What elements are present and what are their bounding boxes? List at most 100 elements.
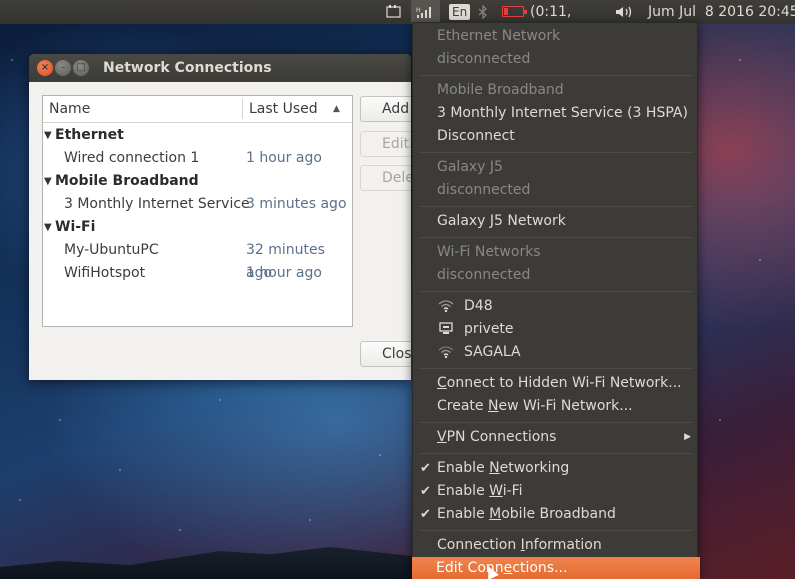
expander-down-icon[interactable]: ▼ <box>44 216 52 239</box>
column-last-used-header[interactable]: Last Used <box>249 96 318 122</box>
connection-last-used: 3 minutes ago <box>246 196 347 212</box>
menu-label-part: etworking <box>499 460 570 476</box>
checkmark-icon: ✔ <box>420 507 431 522</box>
menu-separator <box>419 291 693 292</box>
menu-wifi-status: disconnected <box>437 267 531 283</box>
svg-text:H: H <box>416 7 421 14</box>
wifi-network-name: privete <box>464 321 514 337</box>
network-signal-icon[interactable]: H <box>411 0 440 24</box>
window-title: Network Connections <box>103 60 272 76</box>
menu-mnemonic: N <box>487 398 499 414</box>
menu-mnemonic: C <box>437 375 447 391</box>
menu-wifi-network[interactable]: privete <box>413 318 697 341</box>
menu-label-part: Enable <box>437 483 490 499</box>
sort-ascending-icon: ▲ <box>333 104 340 114</box>
connection-last-used: 1 hour ago <box>246 265 322 281</box>
menu-label-part: Create <box>437 398 488 414</box>
menu-vpn-connections[interactable]: VPN Connections ▶ <box>413 426 697 449</box>
edit-button[interactable]: Edit... <box>360 131 411 157</box>
connection-last-used: 1 hour ago <box>246 150 322 166</box>
menu-edit-connections[interactable]: Edit Connections... <box>412 557 700 579</box>
connection-row[interactable]: Wired connection 1 1 hour ago <box>43 147 352 170</box>
connection-row[interactable]: WifiHotspot 1 hour ago <box>43 262 352 285</box>
menu-enable-mobile-broadband[interactable]: ✔ Enable Mobile Broadband <box>413 503 697 526</box>
expander-down-icon[interactable]: ▼ <box>44 170 52 193</box>
network-connections-window: × – □ Network Connections Name Last Used… <box>29 54 411 380</box>
menu-label-part: Connection <box>437 537 521 553</box>
menu-create-wifi[interactable]: Create New Wi-Fi Network... <box>413 395 697 418</box>
language-label: En <box>449 4 471 20</box>
menu-label-part: i-Fi <box>502 483 523 499</box>
connection-name: Wired connection 1 <box>64 150 200 166</box>
group-label: Mobile Broadband <box>55 173 199 189</box>
menu-label-part: nformation <box>524 537 602 553</box>
minimize-window-icon[interactable]: – <box>55 60 71 76</box>
menu-label-part: ctions... <box>512 560 568 576</box>
menu-galaxy-header: Galaxy J5 <box>437 159 503 175</box>
menu-separator <box>419 75 693 76</box>
menu-label-part: obile Broadband <box>501 506 616 522</box>
group-mobile-broadband[interactable]: ▼ Mobile Broadband <box>43 170 352 193</box>
menu-mobile-service[interactable]: 3 Monthly Internet Service (3 HSPA) <box>413 102 697 125</box>
submenu-arrow-icon: ▶ <box>684 432 691 442</box>
window-titlebar[interactable]: × – □ Network Connections <box>29 54 411 82</box>
column-name-header[interactable]: Name <box>49 96 90 122</box>
menu-mnemonic: W <box>489 483 503 499</box>
menu-mnemonic: M <box>489 506 502 522</box>
menu-label-part: onnect to Hidden Wi-Fi Network... <box>446 375 682 391</box>
volume-icon[interactable] <box>614 0 638 24</box>
menu-label-part: Enable <box>437 460 490 476</box>
menu-separator <box>419 530 693 531</box>
menu-wifi-network[interactable]: SAGALA <box>413 341 697 364</box>
menu-mnemonic: N <box>489 460 500 476</box>
bluetooth-icon[interactable] <box>478 0 492 24</box>
menu-connection-information[interactable]: Connection Information <box>413 534 697 557</box>
menu-separator <box>419 422 693 423</box>
menu-connect-hidden-wifi[interactable]: Connect to Hidden Wi-Fi Network... <box>413 372 697 395</box>
wifi-network-name: SAGALA <box>464 344 521 360</box>
menu-mobile-header: Mobile Broadband <box>437 82 564 98</box>
wifi-signal-icon <box>438 346 454 359</box>
menu-enable-wifi[interactable]: ✔ Enable Wi-Fi <box>413 480 697 503</box>
menu-wifi-header: Wi-Fi Networks <box>437 244 541 260</box>
maximize-window-icon[interactable]: □ <box>73 60 89 76</box>
menu-ethernet-status: disconnected <box>437 51 531 67</box>
adhoc-computer-icon <box>439 322 453 334</box>
delete-button[interactable]: Delete... <box>360 165 411 191</box>
menu-separator <box>419 237 693 238</box>
close-button[interactable]: Close <box>360 341 411 367</box>
menu-label-part: PN Connections <box>446 429 557 445</box>
checkmark-icon: ✔ <box>420 484 431 499</box>
menu-ethernet-header: Ethernet Network <box>437 28 561 44</box>
menu-mobile-disconnect[interactable]: Disconnect <box>413 125 697 148</box>
menu-separator <box>419 152 693 153</box>
menu-mnemonic: V <box>437 429 447 445</box>
menu-galaxy-status: disconnected <box>437 182 531 198</box>
connection-row[interactable]: 3 Monthly Internet Service 3 minutes ago <box>43 193 352 216</box>
battery-icon <box>502 6 527 17</box>
keyboard-icon[interactable] <box>386 0 406 24</box>
menu-enable-networking[interactable]: ✔ Enable Networking <box>413 457 697 480</box>
wifi-signal-icon <box>438 300 454 313</box>
menu-separator <box>419 368 693 369</box>
language-indicator[interactable]: En <box>449 0 471 24</box>
close-window-icon[interactable]: × <box>37 60 53 76</box>
network-menu: Ethernet Network disconnected Mobile Bro… <box>412 22 700 579</box>
connection-name: 3 Monthly Internet Service <box>64 196 250 212</box>
group-ethernet[interactable]: ▼ Ethernet <box>43 124 352 147</box>
expander-down-icon[interactable]: ▼ <box>44 124 52 147</box>
group-label: Wi-Fi <box>55 219 96 235</box>
connection-row[interactable]: My-UbuntuPC 32 minutes ago <box>43 239 352 281</box>
menu-separator <box>419 206 693 207</box>
battery-indicator[interactable]: (0:11, 19%) <box>502 0 608 44</box>
menu-label-part: Enable <box>437 506 490 522</box>
connections-tree[interactable]: Name Last Used ▲ ▼ Ethernet Wired connec… <box>42 95 353 327</box>
menu-galaxy-network[interactable]: Galaxy J5 Network <box>413 210 697 233</box>
menu-separator <box>419 453 693 454</box>
clock[interactable]: Jum Jul 8 2016 20:45 <box>648 0 795 24</box>
group-wifi[interactable]: ▼ Wi-Fi <box>43 216 352 239</box>
column-separator <box>242 99 243 119</box>
menu-wifi-network[interactable]: D48 <box>413 295 697 318</box>
menu-mnemonic: e <box>503 560 513 576</box>
add-button[interactable]: Add <box>360 96 411 122</box>
